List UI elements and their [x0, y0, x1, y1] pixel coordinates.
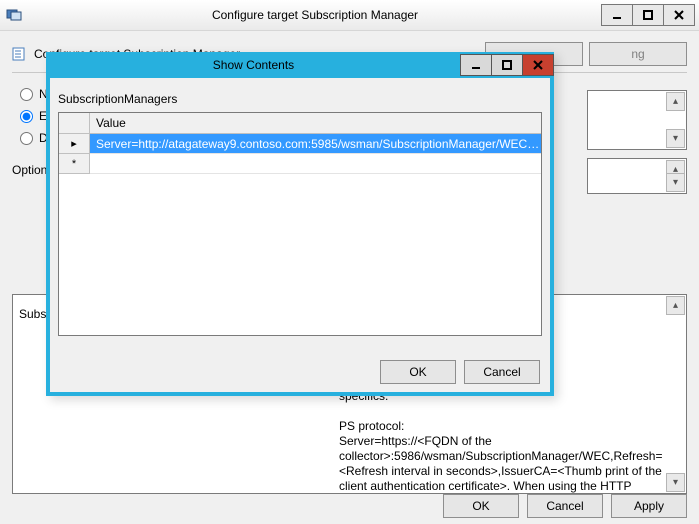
scroll-down-icon[interactable]: ▾ [666, 129, 685, 148]
scroll-down-icon[interactable]: ▾ [666, 473, 685, 492]
app-icon [6, 7, 22, 23]
dialog-minimize-button[interactable] [460, 54, 492, 76]
parent-ok-button[interactable]: OK [443, 494, 519, 518]
grid-row-0[interactable]: ▸ Server=http://atagateway9.contoso.com:… [59, 134, 541, 154]
grid-header: Value [59, 113, 541, 134]
value-column-header: Value [90, 113, 541, 133]
grid-cell-new[interactable] [90, 154, 541, 174]
parent-footer: OK Cancel Apply [443, 494, 687, 518]
dialog-close-button[interactable] [522, 54, 554, 76]
radio-disabled-input[interactable] [20, 132, 33, 145]
radio-not-configured-input[interactable] [20, 88, 33, 101]
comment-box[interactable]: ▴ ▾ [587, 158, 687, 194]
parent-cancel-button[interactable]: Cancel [527, 494, 603, 518]
row-indicator-current-icon: ▸ [59, 134, 90, 154]
policy-icon [12, 46, 28, 62]
dialog-footer: OK Cancel [380, 360, 540, 384]
parent-maximize-button[interactable] [632, 4, 664, 26]
dialog-maximize-button[interactable] [491, 54, 523, 76]
parent-apply-button[interactable]: Apply [611, 494, 687, 518]
show-contents-dialog: Show Contents SubscriptionManagers Value… [46, 52, 554, 396]
parent-window-buttons [602, 4, 695, 26]
supported-on-box[interactable]: ▴ ▾ [587, 90, 687, 150]
top-ng-button[interactable]: ng [589, 42, 687, 66]
parent-titlebar: Configure target Subscription Manager [0, 0, 699, 31]
parent-minimize-button[interactable] [601, 4, 633, 26]
grid-cell-value-0[interactable]: Server=http://atagateway9.contoso.com:59… [90, 134, 541, 154]
dialog-body: SubscriptionManagers Value ▸ Server=http… [58, 92, 542, 350]
scroll-up-icon[interactable]: ▴ [666, 296, 685, 315]
dialog-titlebar: Show Contents [46, 52, 554, 78]
subscription-managers-grid[interactable]: Value ▸ Server=http://atagateway9.contos… [58, 112, 542, 336]
row-indicator-new-icon: * [59, 154, 90, 174]
dialog-ok-button[interactable]: OK [380, 360, 456, 384]
row-header-column [59, 113, 90, 133]
radio-enabled-input[interactable] [20, 110, 33, 123]
scroll-up-icon[interactable]: ▴ [666, 92, 685, 111]
right-textboxes: ▴ ▾ ▴ ▾ [587, 90, 687, 194]
dialog-cancel-button[interactable]: Cancel [464, 360, 540, 384]
scroll-down-icon[interactable]: ▾ [666, 173, 685, 192]
parent-close-button[interactable] [663, 4, 695, 26]
table-label: SubscriptionManagers [58, 92, 542, 106]
grid-row-new[interactable]: * [59, 154, 541, 174]
parent-title: Configure target Subscription Manager [212, 8, 418, 22]
dialog-title: Show Contents [213, 58, 294, 72]
